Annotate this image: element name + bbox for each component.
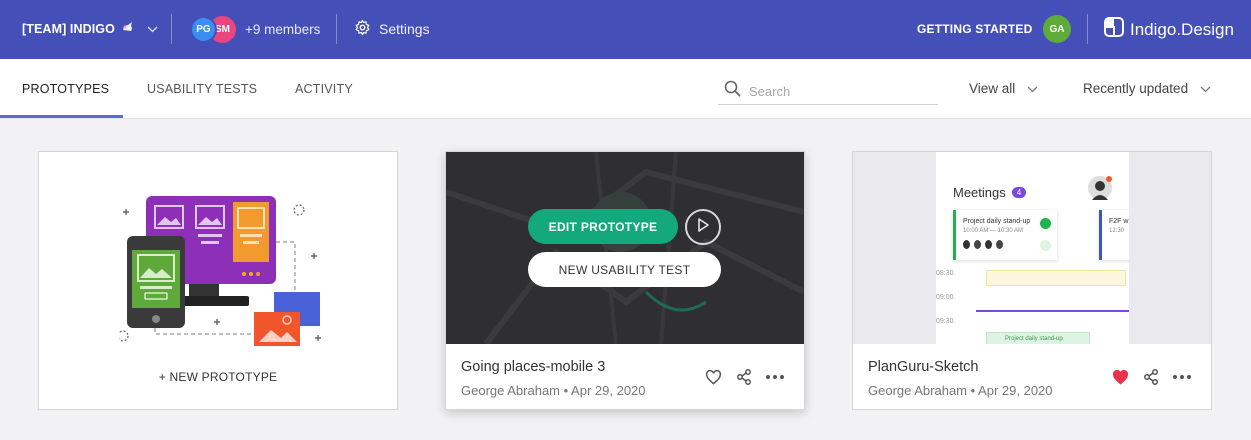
sort-label: Recently updated [1083, 81, 1189, 96]
share-icon[interactable] [1143, 369, 1159, 385]
search-input[interactable] [749, 83, 929, 99]
settings-label: Settings [379, 21, 430, 37]
brand-logo[interactable]: Indigo.Design [1104, 17, 1234, 42]
indigo-logo-icon [1104, 17, 1124, 42]
avatar: PG [190, 16, 217, 43]
member-avatars[interactable]: PG SM [190, 16, 240, 44]
preview-event-card: F2F w 12:30 [1099, 210, 1129, 260]
heart-filled-icon[interactable] [1112, 369, 1129, 385]
search-icon [724, 80, 741, 102]
top-bar: [TEAM] INDIGO PG SM +9 members Settings … [0, 0, 1251, 59]
preview-count-badge: 4 [1011, 187, 1027, 198]
prototype-thumbnail: EDIT PROTOTYPE NEW USABILITY TEST [446, 152, 804, 344]
more-options-icon[interactable] [1173, 375, 1191, 379]
avatar [1088, 176, 1112, 200]
chevron-down-icon [147, 22, 158, 36]
card-actions [705, 369, 784, 385]
search-box [718, 78, 938, 105]
more-options-icon[interactable] [766, 375, 784, 379]
preview-event-time: 12:30 [1109, 228, 1125, 234]
chevron-down-icon [1027, 81, 1038, 96]
card-actions [1112, 369, 1191, 385]
tab-activity[interactable]: ACTIVITY [295, 82, 353, 96]
play-button[interactable] [685, 209, 721, 245]
prototype-card[interactable]: EDIT PROTOTYPE NEW USABILITY TEST Going … [445, 151, 805, 410]
preview-event-title: Project daily stand-up [963, 218, 1031, 225]
settings-button[interactable]: Settings [354, 19, 430, 39]
tab-bar: PROTOTYPES USABILITY TESTS ACTIVITY View… [0, 59, 1251, 119]
edit-prototype-button[interactable]: EDIT PROTOTYPE [528, 209, 678, 244]
view-filter-dropdown[interactable]: View all [969, 81, 1038, 96]
chevron-down-icon [1200, 81, 1211, 96]
divider [336, 14, 337, 44]
map-background [446, 152, 804, 344]
preview-slot [986, 270, 1126, 286]
tab-usability-tests[interactable]: USABILITY TESTS [147, 82, 257, 96]
card-meta: George Abraham • Apr 29, 2020 [461, 383, 646, 398]
preview-heading-text: Meetings [953, 185, 1006, 200]
preview-event-title: F2F w [1109, 218, 1129, 225]
getting-started-link[interactable]: GETTING STARTED [917, 22, 1032, 36]
play-icon [697, 217, 709, 237]
tab-prototypes[interactable]: PROTOTYPES [22, 82, 109, 96]
brand-name: Indigo.Design [1130, 19, 1234, 39]
new-prototype-card[interactable]: + NEW PROTOTYPE [38, 151, 398, 410]
active-tab-indicator [0, 115, 123, 118]
gear-icon [354, 19, 371, 39]
share-icon[interactable] [736, 369, 752, 385]
user-avatar[interactable]: GA [1043, 15, 1071, 43]
members-link[interactable]: +9 members [245, 22, 320, 37]
prototype-thumbnail: Meetings 4 Project daily stand-up 10:00 … [853, 152, 1211, 344]
card-meta: George Abraham • Apr 29, 2020 [868, 383, 1053, 398]
card-title[interactable]: PlanGuru-Sketch [868, 359, 978, 375]
preview-heading: Meetings 4 [953, 185, 1027, 200]
new-usability-test-button[interactable]: NEW USABILITY TEST [528, 252, 721, 287]
preview-time: 08:30 [936, 270, 954, 277]
current-time-line [976, 310, 1129, 312]
new-prototype-label: + NEW PROTOTYPE [158, 370, 278, 384]
divider [171, 14, 172, 44]
team-switcher[interactable]: [TEAM] INDIGO [22, 21, 158, 36]
team-name: [TEAM] INDIGO [22, 21, 115, 36]
preview-event-slot: Project daily stand-up [986, 332, 1090, 344]
meetings-preview: Meetings 4 Project daily stand-up 10:00 … [936, 152, 1129, 344]
new-prototype-illustration [119, 196, 321, 346]
preview-event-time: 10:00 AM — 10:30 AM [963, 228, 1024, 234]
sort-dropdown[interactable]: Recently updated [1083, 81, 1211, 96]
view-filter-label: View all [969, 81, 1016, 96]
prototype-card[interactable]: Meetings 4 Project daily stand-up 10:00 … [852, 151, 1212, 410]
card-title[interactable]: Going places-mobile 3 [461, 359, 605, 375]
divider [1087, 14, 1088, 44]
heart-outline-icon[interactable] [705, 369, 722, 385]
preview-event-card: Project daily stand-up 10:00 AM — 10:30 … [953, 210, 1057, 260]
preview-time: 09:30 [936, 318, 954, 325]
preview-time: 09:00 [936, 294, 954, 301]
unicorn-icon [121, 21, 135, 36]
